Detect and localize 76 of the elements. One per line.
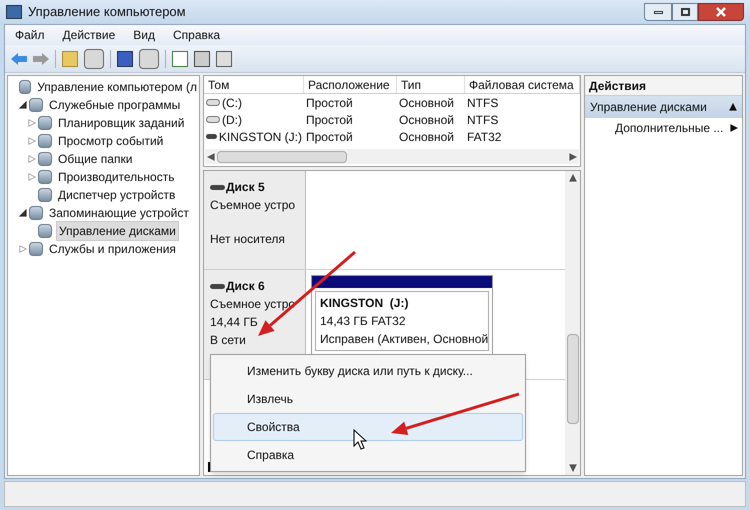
- disk-name: Диск 6: [226, 278, 265, 295]
- tree-item[interactable]: Производительность: [56, 168, 176, 186]
- minimize-button[interactable]: [644, 3, 672, 21]
- window-title: Управление компьютером: [28, 3, 186, 22]
- partition-name: KINGSTON (J:): [320, 295, 410, 312]
- tree-item[interactable]: Просмотр событий: [56, 132, 166, 150]
- column-header[interactable]: Файловая система: [465, 76, 580, 93]
- menu-item[interactable]: Справка: [173, 26, 220, 44]
- tree-item[interactable]: Диспетчер устройств: [56, 186, 178, 204]
- table-cell-text: Простой: [306, 112, 353, 128]
- tree-item[interactable]: Планировщик заданий: [56, 114, 186, 132]
- table-cell-text: Основной: [399, 94, 454, 112]
- expand-icon[interactable]: [28, 137, 36, 145]
- section-title: Управление дисками: [590, 99, 707, 116]
- column-header[interactable]: Том: [204, 76, 304, 93]
- partition-size: 14,43 ГБ FAT32: [320, 313, 407, 330]
- vertical-scrollbar[interactable]: [565, 171, 580, 475]
- scroll-thumb[interactable]: [566, 334, 578, 424]
- column-header[interactable]: Расположение: [304, 76, 397, 93]
- expand-icon[interactable]: [28, 155, 36, 163]
- disk-name: Диск 5: [226, 179, 265, 196]
- back-icon[interactable]: [11, 52, 27, 64]
- expand-icon[interactable]: [19, 245, 27, 253]
- action-link[interactable]: Дополнительные ...: [615, 119, 724, 137]
- tree-item[interactable]: Управление компьютером (л: [35, 78, 199, 96]
- drive-icon: [206, 134, 217, 139]
- table-cell-text: FAT32: [467, 128, 502, 146]
- tree-item[interactable]: Запоминающие устройст: [47, 204, 191, 222]
- table-cell-text: Основной: [399, 128, 454, 146]
- drive-icon: [206, 99, 220, 106]
- maximize-button[interactable]: [672, 3, 698, 21]
- scroll-thumb[interactable]: [217, 150, 347, 162]
- table-cell-text: KINGSTON (J:): [218, 128, 302, 146]
- table-cell-text: Простой: [306, 94, 353, 112]
- table-cell-text: NTFS: [467, 94, 498, 112]
- context-menu-item[interactable]: Извлечь: [213, 385, 523, 413]
- context-menu-item[interactable]: Свойства: [213, 413, 523, 441]
- context-menu-item[interactable]: Справка: [213, 441, 523, 469]
- collapse-icon[interactable]: [729, 103, 737, 111]
- expand-icon[interactable]: [28, 173, 36, 181]
- actions-title: Действия: [585, 76, 742, 96]
- tree-item[interactable]: Служебные программы: [47, 96, 182, 114]
- disk-status: В сети: [210, 332, 247, 349]
- drive-icon: [210, 184, 225, 190]
- scroll-left-icon[interactable]: [207, 152, 215, 160]
- menu-item[interactable]: Действие: [62, 26, 116, 44]
- close-button[interactable]: [698, 3, 744, 21]
- collapse-icon[interactable]: [19, 101, 27, 109]
- close-icon: [716, 7, 726, 17]
- drive-icon: [206, 116, 220, 123]
- column-header[interactable]: Тип: [397, 76, 465, 93]
- disk-status: Нет носителя: [210, 231, 286, 248]
- disk-info[interactable]: Диск 5 Съемное устро Нет носителя: [204, 171, 306, 269]
- table-cell-text: Простой: [306, 128, 353, 146]
- tree-item[interactable]: Управление дисками: [56, 221, 179, 241]
- actions-section[interactable]: Управление дисками: [585, 96, 742, 118]
- tree-item[interactable]: Общие папки: [56, 150, 134, 168]
- disk-type: Съемное устро: [210, 197, 296, 214]
- submenu-icon: [730, 124, 738, 132]
- drive-icon: [210, 284, 225, 288]
- table-cell-text: (C:): [222, 94, 242, 112]
- tree-item[interactable]: Службы и приложения: [47, 240, 178, 258]
- expand-icon[interactable]: [28, 119, 36, 127]
- table-cell-text: Основной: [399, 112, 454, 128]
- menu-item[interactable]: Файл: [15, 26, 45, 44]
- partition-block[interactable]: KINGSTON (J:) 14,43 ГБ FAT32 Исправен (Активен, Основной: [311, 275, 493, 355]
- collapse-icon[interactable]: [19, 209, 27, 217]
- disk-size: 14,44 ГБ: [210, 314, 259, 331]
- table-cell-text: NTFS: [467, 112, 498, 128]
- scroll-up-icon[interactable]: [568, 174, 576, 182]
- cursor-icon: [354, 428, 368, 450]
- horizontal-scrollbar[interactable]: [205, 149, 579, 164]
- scroll-down-icon[interactable]: [568, 464, 576, 472]
- menu-item[interactable]: Вид: [133, 26, 155, 44]
- table-cell-text: (D:): [222, 112, 242, 128]
- scroll-right-icon[interactable]: [569, 152, 577, 160]
